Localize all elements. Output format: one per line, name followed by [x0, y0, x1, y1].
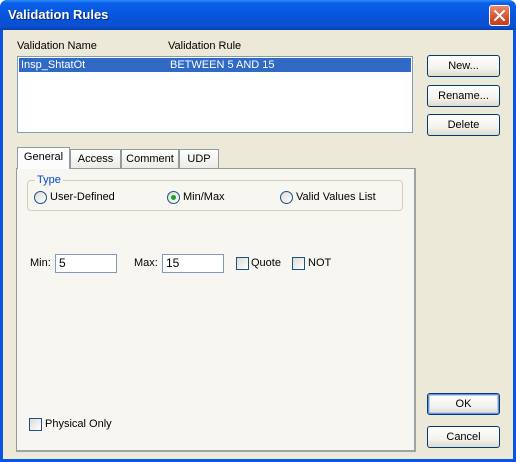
column-header-rule: Validation Rule	[168, 40, 242, 52]
physical-only-checkbox[interactable]	[29, 418, 42, 431]
dialog-client: Validation Name Validation Rule Insp_Sht…	[3, 30, 513, 459]
rename-button[interactable]: Rename...	[427, 85, 500, 107]
list-item[interactable]: Insp_ShtatOt BETWEEN 5 AND 15	[19, 58, 411, 72]
validation-list[interactable]: Insp_ShtatOt BETWEEN 5 AND 15	[17, 56, 413, 133]
type-groupbox: Type User-Defined Min/Max Valid Values L…	[27, 174, 403, 211]
quote-checkbox[interactable]	[236, 257, 249, 270]
cancel-button[interactable]: Cancel	[427, 426, 500, 448]
quote-label[interactable]: Quote	[251, 257, 281, 269]
not-label[interactable]: NOT	[308, 257, 331, 269]
radio-user-defined-label[interactable]: User-Defined	[50, 191, 115, 203]
min-label: Min:	[30, 257, 51, 269]
tab-access[interactable]: Access	[70, 149, 121, 168]
not-checkbox[interactable]	[292, 257, 305, 270]
physical-only-label[interactable]: Physical Only	[45, 418, 112, 430]
close-icon	[494, 10, 505, 21]
general-tab-panel: Type User-Defined Min/Max Valid Values L…	[16, 168, 416, 452]
radio-valid-values-list-label[interactable]: Valid Values List	[296, 191, 376, 203]
tab-udp[interactable]: UDP	[179, 149, 219, 168]
tab-general[interactable]: General	[17, 147, 70, 169]
new-button[interactable]: New...	[427, 55, 500, 77]
list-item-rule: BETWEEN 5 AND 15	[170, 59, 275, 71]
radio-min-max[interactable]	[167, 191, 180, 204]
close-button[interactable]	[489, 5, 510, 26]
ok-button[interactable]: OK	[427, 393, 500, 415]
column-header-name: Validation Name	[17, 40, 97, 52]
radio-min-max-label[interactable]: Min/Max	[183, 191, 225, 203]
list-item-name: Insp_ShtatOt	[21, 59, 86, 71]
title-bar[interactable]: Validation Rules	[0, 0, 516, 30]
tab-comment[interactable]: Comment	[121, 149, 179, 168]
radio-valid-values-list[interactable]	[280, 191, 293, 204]
max-label: Max:	[134, 257, 158, 269]
min-input[interactable]: 5	[55, 254, 117, 273]
window-title: Validation Rules	[8, 7, 109, 22]
radio-selected-dot	[171, 195, 176, 200]
delete-button[interactable]: Delete	[427, 114, 500, 136]
dialog-window: Validation Rules Validation Name Validat…	[0, 0, 516, 462]
type-legend: Type	[35, 174, 63, 186]
max-input[interactable]: 15	[162, 254, 224, 273]
radio-user-defined[interactable]	[34, 191, 47, 204]
